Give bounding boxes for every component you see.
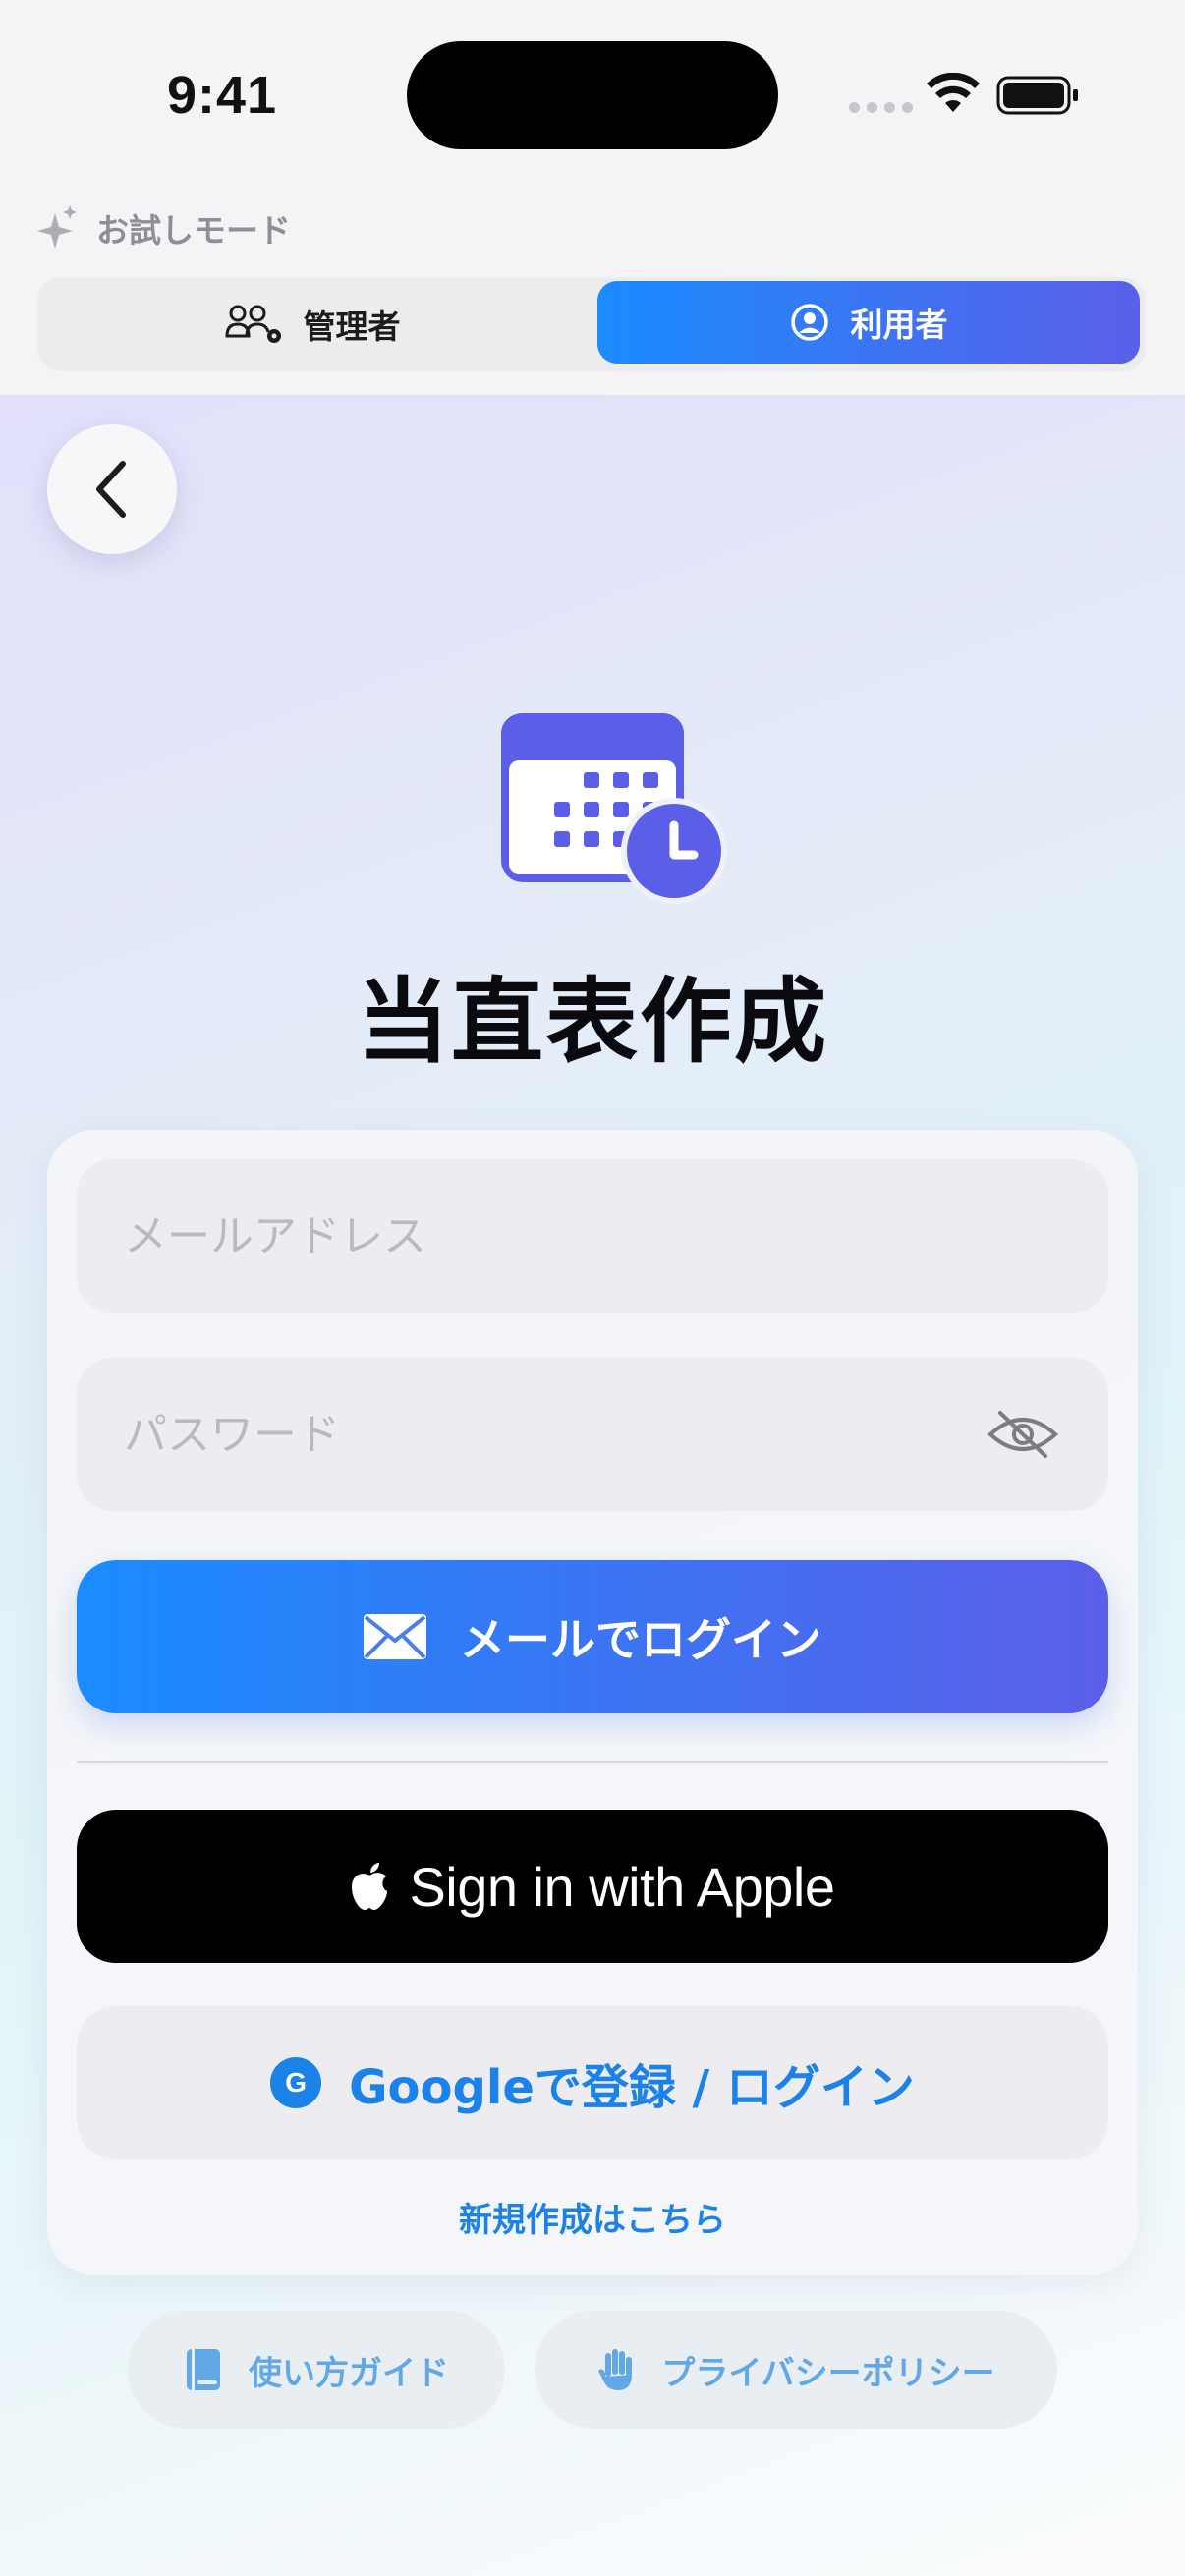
role-admin-label: 管理者 bbox=[303, 308, 401, 346]
chevron-left-icon bbox=[96, 461, 126, 518]
app-title: 当直表作成 bbox=[356, 969, 828, 1076]
status-bar: 9:41 bbox=[0, 0, 1185, 187]
users-gear-icon bbox=[224, 305, 281, 343]
mail-login-button[interactable]: メールでログイン bbox=[77, 1560, 1108, 1713]
sparkle-icon bbox=[37, 205, 77, 249]
envelope-icon bbox=[364, 1614, 426, 1659]
role-selector: 管理者 利用者 bbox=[37, 277, 1146, 371]
role-user-label: 利用者 bbox=[850, 306, 948, 344]
divider bbox=[77, 1761, 1108, 1763]
google-login-button[interactable]: G Googleで登録 / ログイン bbox=[77, 2006, 1108, 2159]
privacy-policy-button[interactable]: プライバシーポリシー bbox=[535, 2311, 1057, 2429]
eye-slash-icon[interactable] bbox=[987, 1409, 1059, 1460]
usage-guide-button[interactable]: 使い方ガイド bbox=[128, 2311, 505, 2429]
signal-icon bbox=[849, 102, 913, 113]
usage-guide-label: 使い方ガイド bbox=[249, 2353, 449, 2393]
trial-mode-indicator: お試しモード bbox=[37, 204, 291, 252]
login-card: メールでログイン Sign in with Apple G Googleで登録 … bbox=[47, 1130, 1138, 2275]
apple-logo-icon bbox=[352, 1863, 388, 1910]
email-field[interactable] bbox=[77, 1159, 1108, 1313]
role-user-tab[interactable]: 利用者 bbox=[597, 281, 1140, 364]
google-button-label: Googleで登録 / ログイン bbox=[349, 2060, 915, 2115]
calendar-clock-icon bbox=[501, 713, 727, 904]
role-admin-tab[interactable]: 管理者 bbox=[37, 283, 588, 365]
wifi-icon bbox=[927, 73, 980, 112]
book-icon bbox=[187, 2349, 220, 2390]
top-area: 9:41 お試しモード 管理者 利用者 bbox=[0, 0, 1185, 395]
dynamic-island bbox=[407, 41, 778, 149]
apple-button-label: Sign in with Apple bbox=[409, 1855, 835, 1918]
mail-login-label: メールでログイン bbox=[460, 1613, 821, 1666]
signup-link[interactable]: 新規作成はこちら bbox=[47, 2193, 1138, 2241]
privacy-policy-label: プライバシーポリシー bbox=[661, 2353, 995, 2393]
hand-raised-icon bbox=[598, 2349, 633, 2390]
trial-mode-label: お試しモード bbox=[96, 211, 291, 250]
status-time: 9:41 bbox=[167, 66, 278, 125]
battery-icon bbox=[996, 76, 1078, 115]
user-circle-icon bbox=[790, 304, 828, 341]
password-field[interactable] bbox=[77, 1358, 1108, 1511]
google-icon: G bbox=[270, 2057, 322, 2108]
back-button[interactable] bbox=[47, 424, 177, 554]
login-screen: 当直表作成 メールでログイン bbox=[0, 395, 1185, 2576]
sign-in-with-apple-button[interactable]: Sign in with Apple bbox=[77, 1810, 1108, 1963]
password-input[interactable] bbox=[124, 1409, 969, 1460]
email-input[interactable] bbox=[124, 1210, 969, 1261]
